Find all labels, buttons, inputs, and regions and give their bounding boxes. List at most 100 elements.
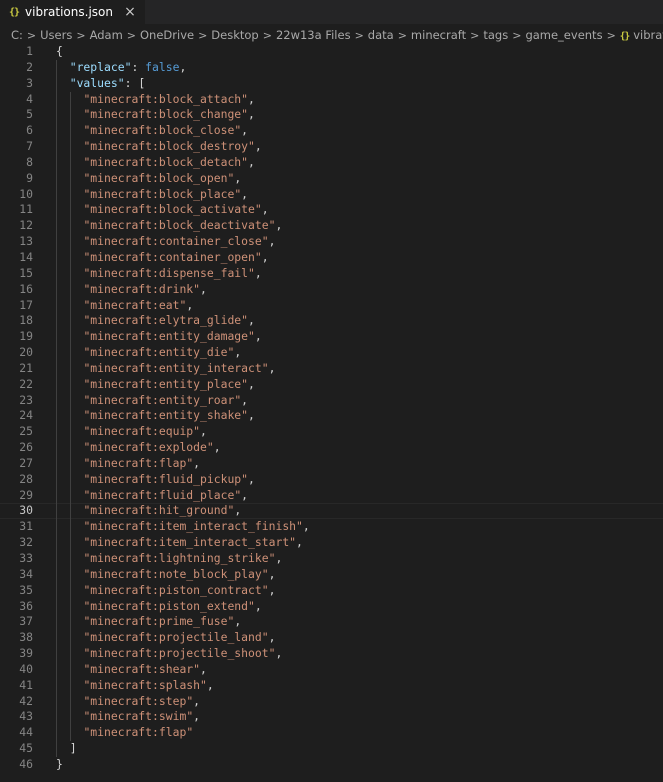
code-line[interactable]: 26 "minecraft:explode", [0,440,663,456]
json-string: minecraft:drink [90,281,194,296]
code-token: " [186,725,194,740]
close-brace: } [56,756,63,771]
line-number: 9 [26,170,33,185]
chevron-right-icon: > [606,28,616,42]
code-line[interactable]: 19 "minecraft:entity_damage", [0,329,663,346]
code-line[interactable]: 11 "minecraft:block_activate", [0,202,663,219]
breadcrumb-item[interactable]: data [368,28,394,42]
code-line[interactable]: 34 "minecraft:note_block_play", [0,566,663,583]
code-token: , [254,329,262,344]
code-line[interactable]: 36 "minecraft:piston_extend", [0,598,663,615]
line-code: "minecraft:fluid_place", [33,487,248,504]
indent-guide [70,297,71,314]
code-token: " [254,202,262,217]
code-line[interactable]: 30 "minecraft:hit_ground", [0,503,663,520]
breadcrumb-item[interactable]: 22w13a Files [276,28,351,42]
code-line[interactable]: 43 "minecraft:swim", [0,709,663,726]
code-line[interactable]: 27 "minecraft:flap", [0,455,663,472]
code-line[interactable]: 35 "minecraft:piston_contract", [0,582,663,599]
line-number: 39 [19,646,33,661]
json-string: minecraft:block_change [90,107,242,122]
tab-vibrations-json[interactable]: {} vibrations.json × [0,0,145,24]
code-line[interactable]: 17 "minecraft:eat", [0,297,663,314]
breadcrumb-item[interactable]: game_events [525,28,602,42]
code-line[interactable]: 15 "minecraft:dispense_fail", [0,265,663,282]
code-line[interactable]: 38 "minecraft:projectile_land", [0,630,663,647]
code-line[interactable]: 46} [0,757,663,773]
code-line[interactable]: 24 "minecraft:entity_shake", [0,408,663,425]
code-line[interactable]: 41 "minecraft:splash", [0,677,663,694]
code-line[interactable]: 31 "minecraft:item_interact_finish", [0,519,663,536]
json-string: minecraft:equip [90,424,194,439]
code-line[interactable]: 1{ [0,44,663,60]
close-icon[interactable]: × [123,5,137,19]
code-line[interactable]: 21 "minecraft:entity_interact", [0,360,663,377]
code-line[interactable]: 14 "minecraft:container_open", [0,249,663,266]
indent-guide [56,154,57,171]
code-line[interactable]: 40 "minecraft:shear", [0,661,663,678]
json-string: minecraft:block_deactivate [90,218,269,233]
code-token: , [248,376,255,391]
code-line[interactable]: 23 "minecraft:entity_roar", [0,392,663,409]
code-line[interactable]: 8 "minecraft:block_detach", [0,154,663,171]
code-line[interactable]: 18 "minecraft:elytra_glide", [0,313,663,330]
indent-guide [70,487,71,504]
breadcrumb-item[interactable]: OneDrive [140,28,194,42]
code-line[interactable]: 16 "minecraft:drink", [0,281,663,298]
breadcrumb-item[interactable]: tags [483,28,508,42]
code-line[interactable]: 28 "minecraft:fluid_pickup", [0,471,663,488]
code-line[interactable]: 39 "minecraft:projectile_shoot", [0,646,663,662]
code-line[interactable]: 45 ] [0,741,663,757]
code-line[interactable]: 2 "replace": false, [0,59,663,76]
code-line[interactable]: 32 "minecraft:item_interact_start", [0,535,663,551]
code-line[interactable]: 5 "minecraft:block_change", [0,107,663,124]
code-line[interactable]: 10 "minecraft:block_place", [0,186,663,203]
code-token: " [261,582,269,597]
indent-guide [70,709,71,726]
code-line[interactable]: 4 "minecraft:block_attach", [0,91,663,108]
indent-guide [70,519,71,536]
line-number: 45 [19,741,33,756]
breadcrumb-item[interactable]: Desktop [211,28,258,42]
code-line[interactable]: 22 "minecraft:entity_place", [0,376,663,393]
line-code: "minecraft:entity_interact", [33,360,275,377]
indent-guide [70,614,71,631]
code-token: , [193,709,201,724]
code-line[interactable]: 33 "minecraft:lightning_strike", [0,551,663,567]
breadcrumb-item[interactable]: minecraft [411,28,466,42]
code-line[interactable]: 7 "minecraft:block_destroy", [0,139,663,155]
code-line[interactable]: 12 "minecraft:block_deactivate", [0,218,663,235]
code-line[interactable]: 3 "values": [ [0,75,663,92]
breadcrumb-file[interactable]: {}vibrations.json [620,28,663,42]
indent-guide [56,392,57,409]
indent-guide [56,551,57,567]
json-string: minecraft:block_destroy [90,139,249,154]
breadcrumb-item[interactable]: Adam [90,28,123,42]
line-code: "minecraft:lightning_strike", [33,551,282,567]
json-string: minecraft:lightning_strike [90,551,269,565]
indent-guide [56,218,57,235]
json-string: minecraft:fluid_place [90,487,235,502]
breadcrumb-item[interactable]: C: [11,28,23,42]
code-line[interactable]: 42 "minecraft:step", [0,693,663,710]
code-token: , [193,455,201,470]
code-token: , [241,392,249,407]
code-editor[interactable]: 1{2 "replace": false, 3 "values": [4 "min… [0,44,663,782]
json-string: minecraft:dispense_fail [90,265,249,280]
code-line[interactable]: 6 "minecraft:block_close", [0,123,663,140]
line-code: "minecraft:dispense_fail", [33,265,262,282]
code-line[interactable]: 20 "minecraft:entity_die", [0,345,663,361]
line-code: "minecraft:projectile_shoot", [33,646,282,662]
json-string: minecraft:entity_place [90,376,242,391]
code-line[interactable]: 25 "minecraft:equip", [0,424,663,441]
code-token: , [275,218,283,233]
code-token: : [124,75,139,90]
indent-guide [56,598,57,615]
code-line[interactable]: 29 "minecraft:fluid_place", [0,487,663,504]
breadcrumb-item[interactable]: Users [40,28,72,42]
code-line[interactable]: 37 "minecraft:prime_fuse", [0,614,663,631]
code-line[interactable]: 9 "minecraft:block_open", [0,170,663,187]
code-line[interactable]: 44 "minecraft:flap" [0,725,663,742]
code-line[interactable]: 13 "minecraft:container_close", [0,234,663,250]
line-number: 46 [19,756,33,771]
